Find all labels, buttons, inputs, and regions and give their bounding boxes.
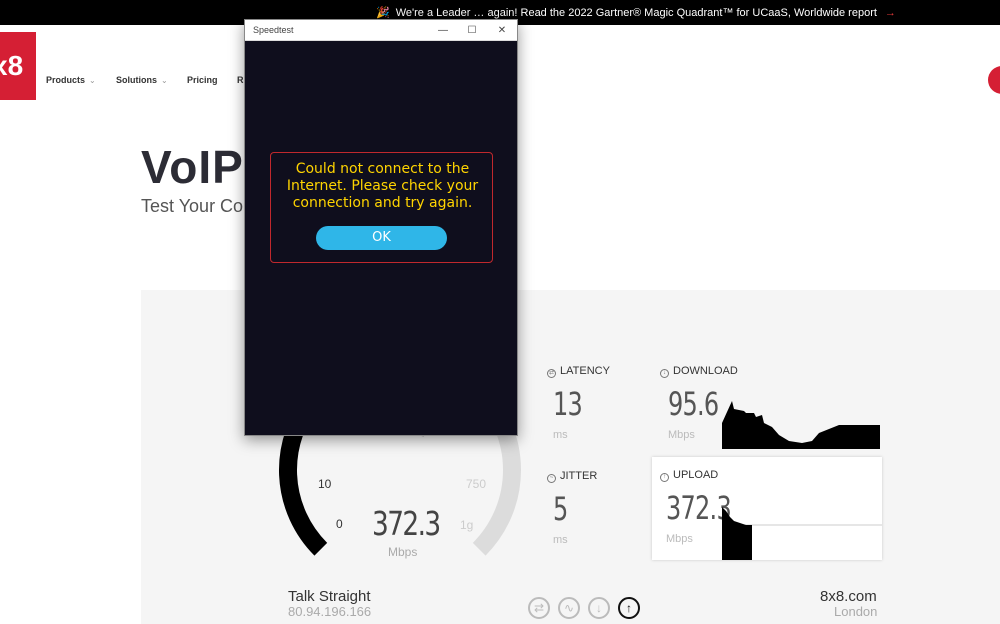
upload-icon[interactable]: ↑ — [618, 597, 640, 619]
page-title: VoIP — [141, 141, 244, 193]
nav-pricing[interactable]: Pricing — [187, 75, 218, 85]
host-location: London — [834, 604, 878, 619]
download-icon[interactable]: ↓ — [588, 597, 610, 619]
jitter-title: JITTER — [560, 470, 598, 482]
download-graph — [722, 401, 880, 449]
server-ip: 80.94.196.166 — [288, 604, 372, 619]
gauge-label-750: 750 — [466, 477, 487, 491]
jitter-unit: ms — [553, 534, 568, 546]
minimize-button[interactable]: — — [429, 22, 457, 39]
error-dialog: Could not connect to the Internet. Pleas… — [270, 152, 493, 263]
window-titlebar[interactable]: Speedtest — ☐ ✕ — [245, 20, 517, 41]
upload-graph — [722, 507, 882, 560]
speedtest-window: Speedtest — ☐ ✕ Could not connect to the… — [244, 19, 518, 436]
server-name: Talk Straight — [288, 588, 371, 605]
swap-icon[interactable]: ⇄ — [528, 597, 550, 619]
latency-icon: ⇄ — [547, 369, 556, 378]
jitter-card: ~ JITTER 5 ms — [541, 458, 649, 554]
window-title: Speedtest — [253, 25, 294, 35]
nav-solutions[interactable]: Solutions ⌄ — [116, 75, 168, 85]
jitter-icon[interactable]: ∿ — [558, 597, 580, 619]
banner-text[interactable]: We're a Leader … again! Read the 2022 Ga… — [396, 7, 877, 19]
gauge-label-10: 10 — [318, 477, 332, 491]
chevron-down-icon: ⌄ — [161, 76, 168, 85]
jitter-icon: ~ — [547, 474, 556, 483]
close-button[interactable]: ✕ — [488, 22, 516, 39]
jitter-value: 5 — [553, 490, 568, 528]
maximize-button[interactable]: ☐ — [458, 22, 486, 39]
nav-resources[interactable]: R — [237, 75, 244, 85]
error-message: Could not connect to the Internet. Pleas… — [286, 161, 479, 211]
nav-products[interactable]: Products ⌄ — [46, 75, 96, 85]
download-card: ↓ DOWNLOAD 95.6 Mbps — [654, 353, 880, 449]
arrow-right-icon[interactable]: → — [885, 7, 896, 19]
gauge-label-1g: 1g — [460, 518, 474, 532]
host-name: 8x8.com — [820, 588, 877, 605]
latency-value: 13 — [553, 385, 583, 423]
gauge-label-0: 0 — [336, 517, 343, 531]
upload-card: ↑ UPLOAD 372.3 Mbps — [652, 457, 882, 560]
latency-unit: ms — [553, 429, 568, 441]
ok-button[interactable]: OK — [316, 226, 447, 250]
party-icon: 🎉 — [376, 7, 390, 19]
latency-title: LATENCY — [560, 365, 610, 377]
gauge-value: 372.3 — [372, 504, 441, 543]
gauge-unit: Mbps — [388, 545, 418, 559]
chevron-down-icon: ⌄ — [89, 76, 96, 85]
page-subtitle: Test Your Co — [141, 196, 244, 216]
latency-card: ⇄ LATENCY 13 ms — [541, 353, 649, 449]
contact-button[interactable] — [988, 66, 1000, 94]
logo[interactable]: x8 — [0, 32, 36, 100]
